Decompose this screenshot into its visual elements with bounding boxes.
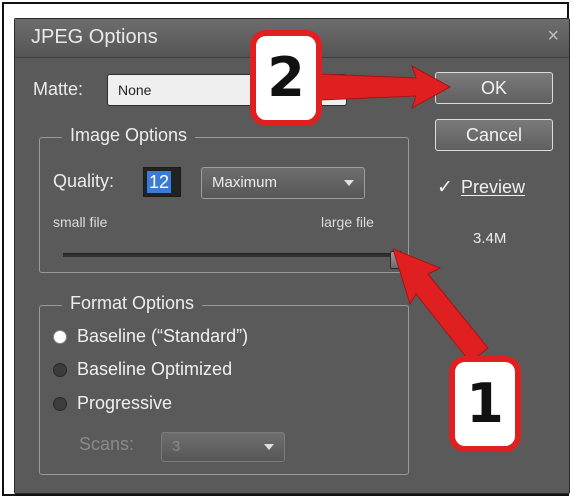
arrow-to-slider — [392, 248, 489, 363]
step-2-badge: 2 — [250, 30, 322, 126]
arrow-to-ok-button — [319, 64, 452, 110]
step-1-badge: 1 — [449, 356, 521, 452]
